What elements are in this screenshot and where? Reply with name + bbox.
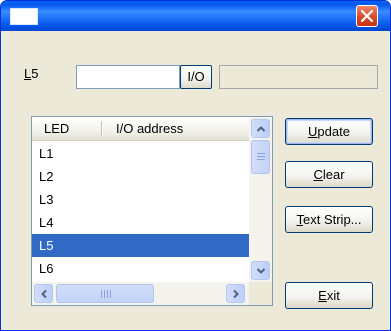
list-item-led: L1 bbox=[39, 146, 54, 161]
grip-line bbox=[101, 290, 102, 298]
exit-button-mnemonic: E bbox=[318, 288, 327, 303]
clear-button-mnemonic: C bbox=[313, 167, 323, 182]
clear-button-label: lear bbox=[322, 167, 345, 182]
horizontal-scrollbar[interactable] bbox=[32, 282, 249, 305]
vertical-scroll-thumb[interactable] bbox=[251, 140, 270, 174]
close-icon bbox=[361, 10, 373, 22]
list-header: LED I/O address bbox=[32, 117, 249, 141]
clear-button[interactable]: Clear bbox=[285, 161, 373, 188]
arrow-left-icon bbox=[41, 289, 47, 299]
arrow-right-icon bbox=[233, 289, 239, 299]
scrollbar-corner bbox=[249, 282, 272, 305]
scroll-left-button[interactable] bbox=[34, 284, 53, 303]
update-button-label: pdate bbox=[317, 124, 350, 139]
arrow-up-icon bbox=[256, 126, 266, 132]
grip-line bbox=[104, 290, 105, 298]
led-address-label: L5 bbox=[24, 66, 38, 81]
update-button[interactable]: Update bbox=[285, 118, 373, 145]
grip-line bbox=[257, 156, 265, 157]
list-item[interactable]: L4 bbox=[32, 211, 249, 234]
io-address-input[interactable] bbox=[76, 65, 180, 89]
exit-button-label: xit bbox=[326, 288, 340, 303]
io-readout-field bbox=[219, 65, 378, 89]
list-item[interactable]: L2 bbox=[32, 165, 249, 188]
grip-line bbox=[110, 290, 111, 298]
arrow-down-icon bbox=[256, 268, 266, 274]
grip-line bbox=[107, 290, 108, 298]
list-item[interactable]: L3 bbox=[32, 188, 249, 211]
list-rows: L1 L2 L3 L4 L5 L6 bbox=[32, 142, 249, 280]
list-item-led: L6 bbox=[39, 261, 54, 276]
update-button-mnemonic: U bbox=[308, 124, 318, 139]
column-separator[interactable] bbox=[101, 121, 103, 137]
text-strip-button[interactable]: Text Strip... bbox=[285, 206, 373, 233]
title-bar[interactable] bbox=[1, 1, 390, 31]
grip-line bbox=[257, 153, 265, 154]
led-address-label-rest: 5 bbox=[31, 66, 39, 81]
scroll-down-button[interactable] bbox=[251, 261, 270, 280]
window-icon bbox=[10, 8, 38, 25]
list-item-led: L5 bbox=[39, 238, 54, 253]
exit-button[interactable]: Exit bbox=[285, 282, 373, 309]
horizontal-scroll-thumb[interactable] bbox=[56, 284, 154, 303]
close-button[interactable] bbox=[356, 5, 378, 27]
list-item-selected[interactable]: L5 bbox=[32, 234, 249, 257]
column-header-led[interactable]: LED bbox=[44, 121, 69, 136]
list-item-led: L3 bbox=[39, 192, 54, 207]
column-header-io-address[interactable]: I/O address bbox=[116, 121, 183, 136]
grip-line bbox=[257, 159, 265, 160]
scroll-right-button[interactable] bbox=[226, 284, 245, 303]
vertical-scrollbar[interactable] bbox=[249, 117, 272, 282]
scroll-up-button[interactable] bbox=[251, 119, 270, 138]
list-item-led: L4 bbox=[39, 215, 54, 230]
list-item-led: L2 bbox=[39, 169, 54, 184]
list-item[interactable]: L6 bbox=[32, 257, 249, 280]
dialog-window: L5 I/O LED I/O address L1 L2 L3 L4 L5 L6 bbox=[0, 0, 391, 331]
list-item[interactable]: L1 bbox=[32, 142, 249, 165]
text-strip-button-label: ext Strip... bbox=[302, 212, 362, 227]
led-list[interactable]: LED I/O address L1 L2 L3 L4 L5 L6 bbox=[31, 116, 273, 306]
io-button[interactable]: I/O bbox=[180, 65, 212, 89]
